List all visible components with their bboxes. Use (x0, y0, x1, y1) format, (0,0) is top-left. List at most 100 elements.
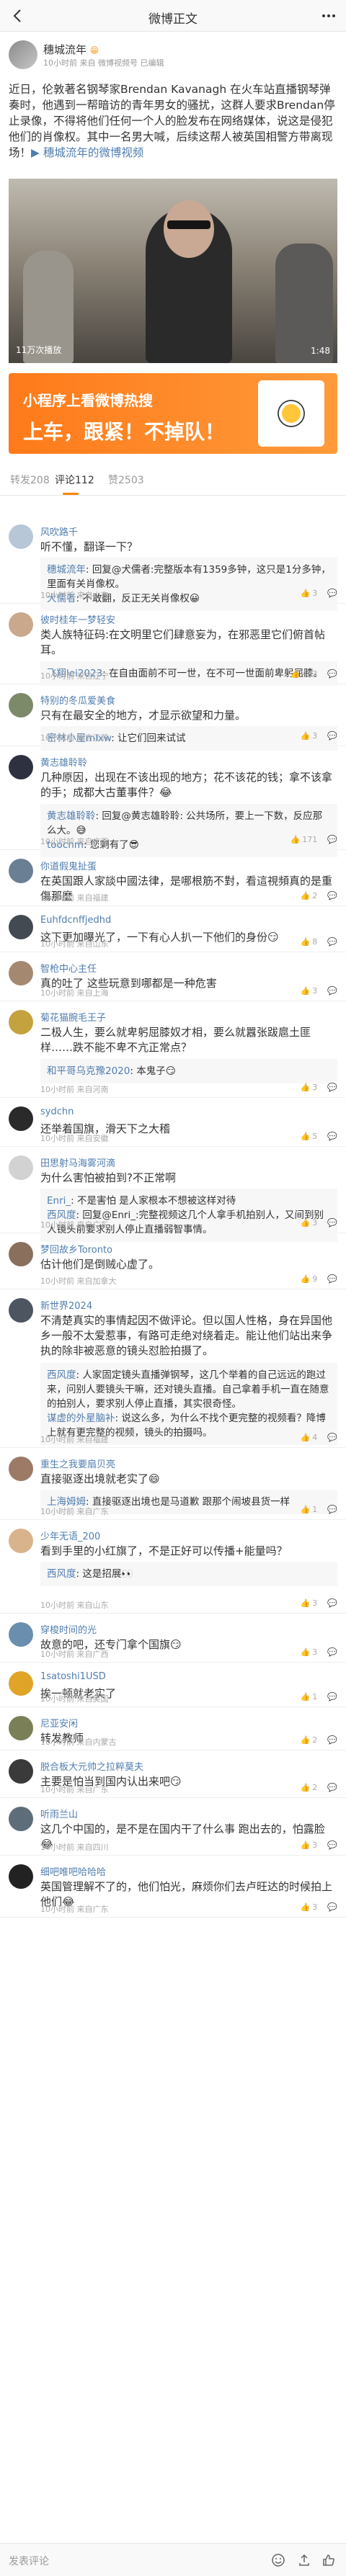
comment-author[interactable]: Euhfdcnffjedhd (40, 915, 111, 926)
miniprogram-banner[interactable]: 小程序上看微博热搜 上车，跟紧！不掉队！ (9, 373, 337, 454)
like-icon[interactable]: 👍 (301, 1735, 311, 1745)
tab-comments[interactable]: 评论112 (55, 473, 94, 487)
reply-icon[interactable]: 💬 (327, 1598, 337, 1608)
like-icon[interactable]: 👍 (301, 1783, 311, 1792)
avatar[interactable] (9, 1622, 33, 1647)
like-icon[interactable]: 👍 (301, 937, 311, 947)
like-icon[interactable]: 👍 (301, 1841, 311, 1850)
tab-likes[interactable]: 赞2503 (108, 473, 144, 487)
comment-author[interactable]: 细吧唯吧哈哈哈 (40, 1864, 106, 1878)
reply-box[interactable]: 西风度: 这是招展👀 (40, 1562, 337, 1586)
comment-author[interactable]: 重生之我要扇贝亮 (40, 1457, 115, 1470)
comment-author[interactable]: 穿梭时间的光 (40, 1622, 97, 1636)
like-icon[interactable]: 👍 (290, 669, 301, 679)
avatar[interactable] (9, 524, 33, 549)
avatar[interactable] (9, 859, 33, 883)
reply-box[interactable]: 黄志雄聆聆: 回复@黄志雄聆聆: 公共场所，要上一下数，反应那么大。😅 toocn… (40, 804, 337, 857)
reply-icon[interactable]: 💬 (327, 1735, 337, 1745)
like-icon[interactable]: 👍 (301, 986, 311, 996)
emoji-icon[interactable] (271, 2553, 285, 2567)
like-icon[interactable]: 👍 (301, 589, 311, 598)
tab-repost[interactable]: 转发208 (10, 473, 50, 487)
reply-author[interactable]: Enri_ (47, 1195, 71, 1207)
reply-icon[interactable]: 💬 (327, 891, 337, 900)
post-author[interactable]: 穗城流年 😁 (43, 42, 99, 57)
avatar[interactable] (9, 1155, 33, 1180)
reply-author[interactable]: 穗城流年 (47, 564, 86, 576)
avatar[interactable] (9, 961, 33, 985)
reply-author[interactable]: 黄志雄聆聆 (47, 810, 96, 822)
comment-author[interactable]: 彼时桂年一梦轻安 (40, 612, 115, 626)
reply-icon[interactable]: 💬 (327, 669, 337, 679)
reply-icon[interactable]: 💬 (327, 731, 337, 741)
comment-author[interactable]: 你道假鬼扯蛋 (40, 859, 97, 872)
comment-author[interactable]: sydchn (40, 1106, 74, 1117)
comment-author[interactable]: 特别的冬瓜爱美食 (40, 693, 115, 707)
share-icon[interactable] (297, 2553, 311, 2567)
reply-box[interactable]: 和平哥乌克豫2020: 本鬼子😏 (40, 1059, 337, 1083)
avatar[interactable] (9, 1864, 33, 1889)
reply-icon[interactable]: 💬 (327, 1692, 337, 1701)
avatar[interactable] (9, 1242, 33, 1266)
avatar[interactable] (9, 755, 33, 779)
reply-icon[interactable]: 💬 (327, 1647, 337, 1657)
comment-author[interactable]: 风吹路千 (40, 524, 78, 538)
comment-author[interactable]: 听雨兰山 (40, 1807, 78, 1820)
like-icon[interactable]: 👍 (301, 1218, 311, 1227)
comment-author[interactable]: 梦回故乡Toronto (40, 1242, 112, 1256)
reply-author[interactable]: 和平哥乌克豫2020 (47, 1065, 130, 1077)
comment-author[interactable]: 菊花猫腕毛王子 (40, 1010, 106, 1024)
like-icon[interactable]: 👍 (301, 1647, 311, 1657)
reply-author[interactable]: 西风度 (47, 1369, 76, 1381)
comment-author[interactable]: 1satoshi1USD (40, 1671, 106, 1682)
avatar[interactable] (9, 1807, 33, 1831)
avatar[interactable] (9, 1457, 33, 1481)
comment-author[interactable]: 新世界2024 (40, 1298, 92, 1312)
avatar[interactable] (9, 693, 33, 717)
reply-icon[interactable]: 💬 (327, 1274, 337, 1284)
comment-author[interactable]: 黄志雄聆聆 (40, 755, 87, 769)
avatar[interactable] (9, 1671, 33, 1696)
reply-icon[interactable]: 💬 (327, 1841, 337, 1850)
avatar[interactable] (9, 1106, 33, 1131)
like-icon[interactable]: 👍 (301, 1505, 311, 1514)
avatar[interactable] (9, 40, 37, 69)
video-player[interactable]: 11万次播放 1:48 (9, 179, 337, 363)
like-icon[interactable]: 👍 (290, 835, 301, 844)
like-icon[interactable]: 👍 (301, 1598, 311, 1608)
reply-icon[interactable]: 💬 (327, 1783, 337, 1792)
avatar[interactable] (9, 1529, 33, 1553)
reply-icon[interactable]: 💬 (327, 835, 337, 844)
avatar[interactable] (9, 915, 33, 939)
like-icon[interactable]: 👍 (301, 891, 311, 900)
avatar[interactable] (9, 1759, 33, 1784)
avatar[interactable] (9, 1716, 33, 1740)
reply-icon[interactable]: 💬 (327, 1218, 337, 1227)
reply-author[interactable]: 西风度 (47, 1568, 76, 1580)
like-icon[interactable]: 👍 (301, 731, 311, 741)
like-icon[interactable]: 👍 (301, 1274, 311, 1284)
avatar[interactable] (9, 1010, 33, 1034)
reply-box[interactable]: 穗城流年: 回复@犬儒者:完整版本有1359多钟，这只是1分多钟，里面有关肖像权… (40, 558, 337, 611)
like-icon[interactable]: 👍 (301, 1132, 311, 1141)
reply-icon[interactable]: 💬 (327, 986, 337, 996)
like-icon[interactable]: 👍 (301, 1902, 311, 1912)
reply-icon[interactable]: 💬 (327, 1433, 337, 1442)
comment-author[interactable]: 田思射马海雾河滴 (40, 1155, 115, 1169)
more-icon[interactable] (319, 6, 339, 26)
comment-author[interactable]: 少年无语_200 (40, 1529, 100, 1542)
reply-icon[interactable]: 💬 (327, 1505, 337, 1514)
comment-author[interactable]: 智枪中心主任 (40, 961, 97, 975)
avatar[interactable] (9, 612, 33, 637)
comment-input[interactable]: 发表评论 (9, 2554, 49, 2568)
reply-icon[interactable]: 💬 (327, 937, 337, 947)
reply-icon[interactable]: 💬 (327, 589, 337, 598)
video-link[interactable]: ▶ 穗城流年的微博视频 (31, 146, 143, 159)
reply-author[interactable]: 谋虚的外星脑补 (47, 1413, 115, 1424)
avatar[interactable] (9, 1298, 33, 1323)
like-icon[interactable] (321, 2553, 336, 2567)
reply-icon[interactable]: 💬 (327, 1902, 337, 1912)
reply-icon[interactable]: 💬 (327, 1132, 337, 1141)
reply-icon[interactable]: 💬 (327, 1083, 337, 1092)
comment-author[interactable]: 脱合板大元帅之拉粹莫夫 (40, 1759, 143, 1773)
